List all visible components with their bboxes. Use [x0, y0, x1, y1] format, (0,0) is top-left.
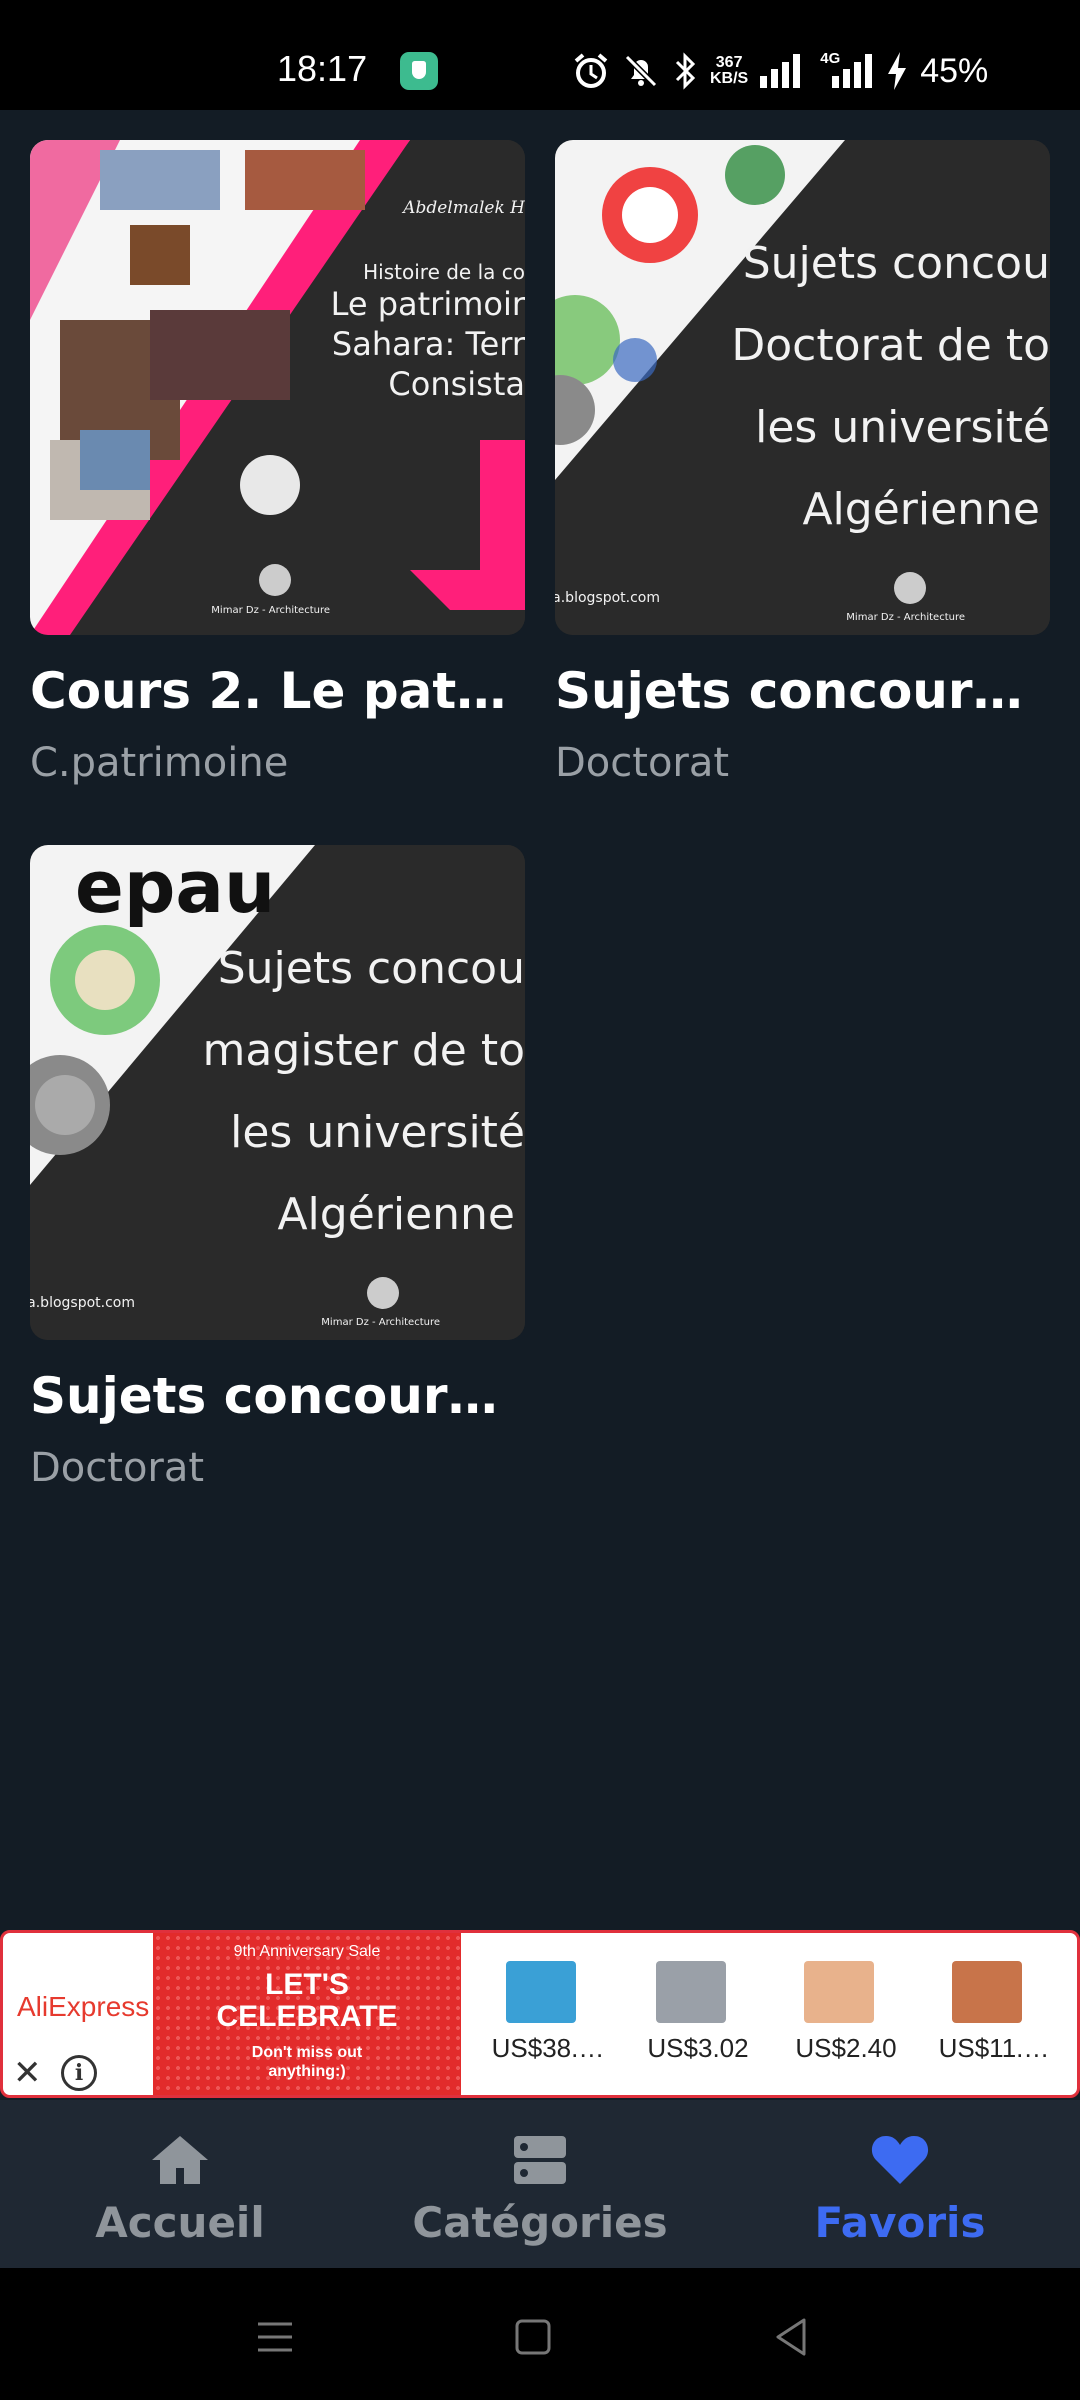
ad-brand-logo[interactable]: AliExpress	[17, 1991, 149, 2023]
ad-product-image[interactable]	[656, 1961, 726, 2023]
card-title[interactable]: Sujets concours m…	[30, 1367, 525, 1425]
ad-product-price: US$2.40	[795, 2033, 897, 2063]
thumb-line: Algérienne	[802, 484, 1040, 535]
nav-item-home[interactable]: Accueil	[0, 2100, 360, 2268]
thumb-footer: Mimar Dz - Architecture	[211, 605, 330, 616]
alarm-icon	[572, 52, 610, 90]
card-title[interactable]: Sujets concours do…	[555, 662, 1050, 720]
thumb-footer: Mimar Dz - Architecture	[846, 612, 965, 623]
ad-product[interactable]: US$3.02	[633, 1933, 763, 2095]
card-thumbnail[interactable]: epau Sujets concou magister de to les un…	[30, 845, 525, 1340]
ad-product[interactable]: US$2.40	[781, 1933, 911, 2095]
signal-4g-icon: 4G	[816, 50, 874, 88]
shield-app-icon	[400, 52, 438, 90]
ad-tagline-line: anything:)	[268, 2063, 346, 2080]
card-category: Doctorat	[30, 1445, 205, 1491]
nav-item-favorites[interactable]: Favoris	[720, 2100, 1080, 2268]
net-speed-unit: KB/S	[710, 70, 749, 87]
nav-label-categories: Catégories	[412, 2198, 668, 2247]
card-thumbnail[interactable]: Abdelmalek H Histoire de la co Le patrim…	[30, 140, 525, 635]
ad-sale-label: 9th Anniversary Sale	[233, 1943, 381, 1960]
status-time: 18:17	[277, 48, 368, 89]
thumb-url: a.blogspot.com	[30, 1295, 135, 1311]
home-square-icon[interactable]	[508, 2312, 558, 2362]
nav-label-favorites: Favoris	[814, 2198, 986, 2247]
menu-icon[interactable]	[250, 2312, 300, 2362]
signal-icon	[760, 54, 804, 88]
thumb-line: Algérienne	[277, 1189, 515, 1240]
home-icon	[152, 2136, 208, 2184]
ad-promo-image[interactable]: 9th Anniversary Sale LET'S CELEBRATE Don…	[153, 1933, 461, 2095]
card-category: C.patrimoine	[30, 740, 289, 786]
ad-tagline-line: Don't miss out	[251, 2044, 363, 2061]
thumb-line: Le patrimoir	[330, 285, 525, 323]
bluetooth-icon	[672, 52, 698, 90]
thumb-url: a.blogspot.com	[555, 590, 660, 606]
thumb-line: les université	[755, 402, 1050, 453]
nav-label-home: Accueil	[95, 2198, 265, 2247]
thumb-line: les université	[230, 1107, 525, 1158]
status-icons: 367 KB/S 4G 45%	[572, 46, 988, 96]
net-speed-value: 367	[715, 54, 743, 71]
network-type: 4G	[820, 50, 841, 67]
net-speed: 367 KB/S	[710, 55, 748, 87]
bottom-navigation: Accueil Catégories Favoris	[0, 2100, 1080, 2268]
ad-product-image[interactable]	[952, 1961, 1022, 2023]
system-navigation-bar	[0, 2268, 1080, 2400]
info-icon[interactable]: i	[61, 2055, 97, 2091]
heart-icon	[871, 2136, 929, 2184]
close-icon[interactable]: ✕	[13, 2053, 42, 2093]
thumb-line: Sahara: Terr	[331, 325, 525, 363]
ad-headline-line: LET'S	[265, 1968, 349, 2001]
server-icon	[514, 2136, 566, 2184]
ad-product-image[interactable]	[804, 1961, 874, 2023]
card-thumbnail[interactable]: Sujets concou Doctorat de to les univers…	[555, 140, 1050, 635]
back-icon[interactable]	[766, 2312, 816, 2362]
ad-product-image[interactable]	[506, 1961, 576, 2023]
nav-item-categories[interactable]: Catégories	[360, 2100, 720, 2268]
ad-headline-line: CELEBRATE	[216, 2000, 398, 2033]
ad-banner[interactable]: AliExpress ✕ i 9th Anniversary Sale LET'…	[0, 1930, 1080, 2098]
ad-product[interactable]: US$11.…	[929, 1933, 1059, 2095]
thumb-line: magister de to	[202, 1025, 525, 1076]
ad-product[interactable]: US$38.…	[483, 1933, 613, 2095]
thumb-line: Sujets concou	[217, 943, 525, 994]
thumb-line: Sujets concou	[742, 238, 1050, 289]
ad-headline: LET'S CELEBRATE	[153, 1969, 461, 2033]
thumb-line: Consista	[388, 365, 525, 403]
ad-product-price: US$38.…	[491, 2033, 605, 2063]
status-bar: 18:17 367 KB/S 4G 45%	[0, 0, 1080, 110]
card-title[interactable]: Cours 2. Le patrimo…	[30, 662, 525, 720]
battery-percent: 45%	[920, 51, 989, 90]
thumb-author: Abdelmalek H	[403, 198, 525, 218]
thumb-logo: epau	[75, 845, 276, 929]
mute-bell-icon	[622, 52, 660, 90]
thumb-footer: Mimar Dz - Architecture	[321, 1317, 440, 1328]
thumb-line: Doctorat de to	[731, 320, 1050, 371]
ad-tagline: Don't miss out anything:)	[153, 2043, 461, 2081]
charging-icon	[886, 52, 908, 90]
ad-product-price: US$11.…	[938, 2033, 1050, 2063]
thumb-line: Histoire de la co	[363, 260, 525, 284]
card-category: Doctorat	[555, 740, 730, 786]
ad-product-price: US$3.02	[647, 2033, 749, 2063]
